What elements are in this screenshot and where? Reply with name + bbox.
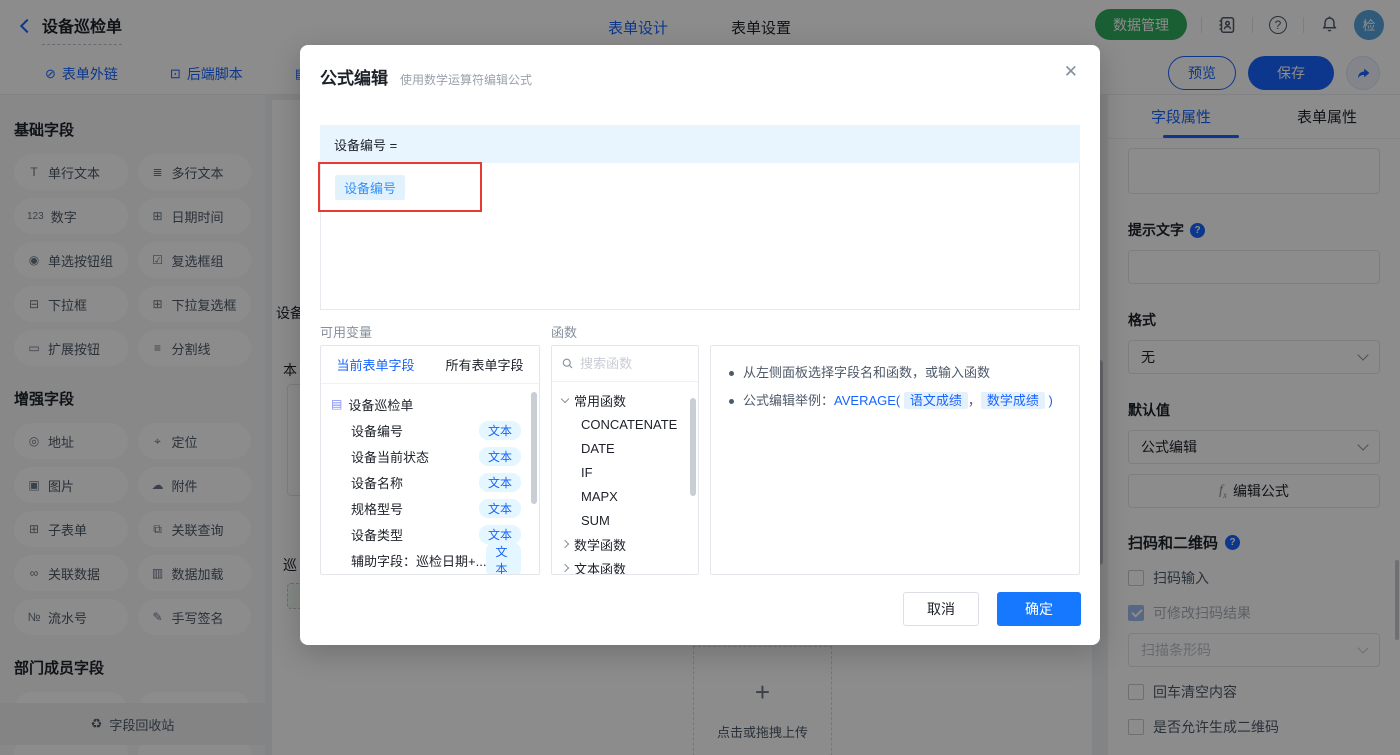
example-chip: 数学成绩 xyxy=(980,392,1045,409)
functions-scrollbar[interactable] xyxy=(690,398,696,496)
close-icon[interactable]: ✕ xyxy=(1064,62,1078,82)
chevron-down-icon xyxy=(560,394,570,404)
bullet-icon xyxy=(729,371,734,376)
function-group-common[interactable]: 常用函数 xyxy=(560,388,698,412)
variable-row[interactable]: 设备名称 文本 xyxy=(331,469,533,495)
functions-panel: 常用函数 CONCATENATE DATE IF MAPX SUM 数学函数 文… xyxy=(551,345,699,575)
type-tag: 文本 xyxy=(478,472,521,492)
function-search-input[interactable] xyxy=(580,356,688,371)
tree-root-form[interactable]: ▤ 设备巡检单 xyxy=(331,391,533,417)
function-item[interactable]: IF xyxy=(562,460,698,484)
bullet-icon xyxy=(729,399,734,404)
variables-label: 可用变量 xyxy=(320,325,373,340)
variable-row[interactable]: 辅助字段：巡检日期+... 文本 xyxy=(331,542,533,574)
tab-current-form-fields[interactable]: 当前表单字段 xyxy=(321,346,430,383)
confirm-button[interactable]: 确定 xyxy=(997,592,1081,626)
formula-variable-chip[interactable]: 设备编号 xyxy=(335,175,406,200)
variable-row[interactable]: 设备当前状态 文本 xyxy=(331,443,533,469)
formula-input-area[interactable]: 设备编号 xyxy=(320,163,1080,310)
hint-line-2: 公式编辑举例：AVERAGE( 语文成绩，数学成绩 ) xyxy=(743,392,1053,409)
formula-target: 设备编号 = xyxy=(320,125,1080,163)
function-item[interactable]: SUM xyxy=(562,508,698,532)
function-item[interactable]: CONCATENATE xyxy=(562,412,698,436)
hint-panel: 从左侧面板选择字段名和函数，或输入函数 公式编辑举例：AVERAGE( 语文成绩… xyxy=(710,345,1080,575)
document-icon: ▤ xyxy=(331,397,343,411)
function-group-math[interactable]: 数学函数 xyxy=(560,532,698,556)
modal-title: 公式编辑 xyxy=(320,69,388,88)
variables-panel: 当前表单字段 所有表单字段 ▤ 设备巡检单 设备编号 文本 设备当前状态 文本 设备名… xyxy=(320,345,540,575)
variable-row[interactable]: 规格型号 文本 xyxy=(331,495,533,521)
variable-row[interactable]: 设备编号 文本 xyxy=(331,417,533,443)
function-search[interactable] xyxy=(552,346,698,382)
tab-all-form-fields[interactable]: 所有表单字段 xyxy=(430,346,539,383)
type-tag: 文本 xyxy=(486,542,521,574)
search-icon xyxy=(562,358,573,369)
type-tag: 文本 xyxy=(478,446,521,466)
modal-subtitle: 使用数学运算符编辑公式 xyxy=(400,73,533,87)
formula-editor-modal: 公式编辑 使用数学运算符编辑公式 ✕ 设备编号 = 设备编号 可用变量 函数 当… xyxy=(300,45,1100,645)
function-item[interactable]: MAPX xyxy=(562,484,698,508)
chevron-right-icon xyxy=(560,539,570,549)
chevron-right-icon xyxy=(560,563,570,573)
hint-line-1: 从左侧面板选择字段名和函数，或输入函数 xyxy=(743,365,991,380)
variables-scrollbar[interactable] xyxy=(531,392,537,504)
function-item[interactable]: DATE xyxy=(562,436,698,460)
function-group-text[interactable]: 文本函数 xyxy=(560,556,698,574)
example-chip: 语文成绩 xyxy=(903,392,968,409)
cancel-button[interactable]: 取消 xyxy=(903,592,979,626)
type-tag: 文本 xyxy=(478,524,521,544)
app-root: 设备巡检单 表单设计 表单设置 数据管理 ? 检 ⊘ 表单外链 ⊡ 后端脚本 预… xyxy=(0,0,1400,755)
functions-label: 函数 xyxy=(551,325,578,340)
type-tag: 文本 xyxy=(478,420,521,440)
formula-editor-area: 设备编号 = 设备编号 xyxy=(320,125,1080,310)
type-tag: 文本 xyxy=(478,498,521,518)
